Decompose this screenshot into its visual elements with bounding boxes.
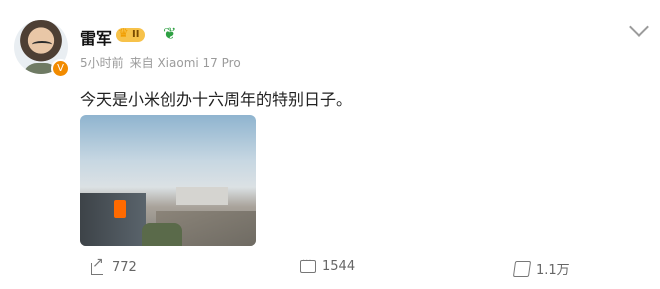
post-actions: 772 1544 1.1万 xyxy=(0,255,660,279)
username[interactable]: 雷军 xyxy=(80,25,112,49)
like-count: 1.1万 xyxy=(536,263,570,278)
user-level-badge: ♛ II xyxy=(116,26,146,42)
level-badge-text: II xyxy=(132,29,140,40)
comment-icon xyxy=(300,256,316,273)
glasses-icon xyxy=(32,41,52,48)
building-shape xyxy=(80,193,146,246)
repost-button[interactable]: 772 xyxy=(90,255,137,275)
repost-icon xyxy=(90,255,106,275)
verified-badge: V xyxy=(51,59,70,78)
sprout-icon: ❦ xyxy=(163,24,177,43)
crown-icon: ♛ xyxy=(118,26,129,40)
post-image[interactable] xyxy=(80,115,256,246)
repost-count: 772 xyxy=(112,259,137,275)
trees-shape xyxy=(142,223,182,246)
post-meta: 5小时前 来自 Xiaomi 17 Pro xyxy=(80,54,241,71)
post-source: 来自 Xiaomi 17 Pro xyxy=(129,56,241,70)
chevron-down-icon[interactable] xyxy=(629,17,649,37)
like-button[interactable]: 1.1万 xyxy=(512,259,570,278)
comment-count: 1544 xyxy=(322,259,356,274)
post-text: 今天是小米创办十六周年的特别日子。 xyxy=(80,90,353,109)
post-time: 5小时前 xyxy=(80,56,124,70)
mid-building-shape xyxy=(176,187,228,205)
mi-logo-sign xyxy=(114,200,126,218)
comment-button[interactable]: 1544 xyxy=(300,256,356,274)
like-icon xyxy=(512,260,532,277)
